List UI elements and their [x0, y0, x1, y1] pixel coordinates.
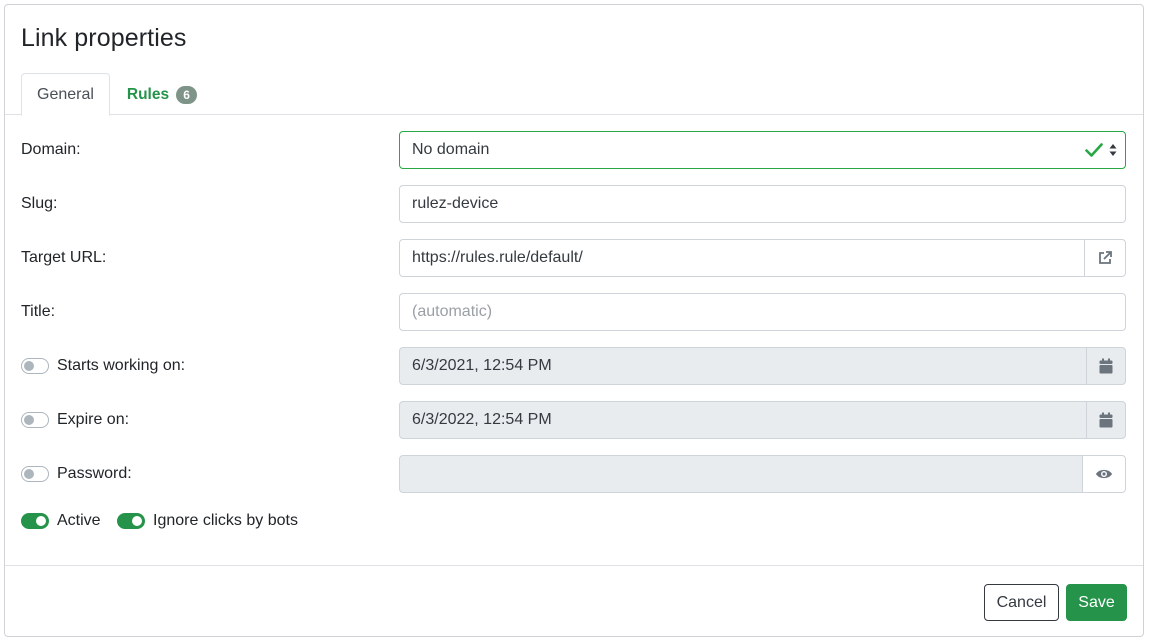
domain-row: Domain: No domain: [21, 131, 1126, 169]
open-url-button[interactable]: [1084, 239, 1126, 277]
target-url-label: Target URL:: [21, 249, 107, 266]
slug-row: Slug: rulez-device: [21, 185, 1126, 223]
tab-rules[interactable]: Rules 6: [115, 73, 209, 116]
dialog-footer: Cancel Save: [5, 565, 1143, 637]
dialog-title: Link properties: [21, 24, 187, 52]
cancel-button[interactable]: Cancel: [984, 584, 1059, 621]
target-url-row: Target URL: https://rules.rule/default/: [21, 239, 1126, 277]
expire-on-label: Expire on:: [57, 411, 130, 428]
slug-input-value: rulez-device: [412, 195, 499, 212]
password-toggle[interactable]: [21, 466, 49, 482]
slug-input[interactable]: rulez-device: [399, 185, 1126, 223]
title-input-placeholder: (automatic): [412, 303, 493, 320]
expire-on-value: 6/3/2022, 12:54 PM: [412, 411, 552, 428]
title-label: Title:: [21, 303, 56, 320]
switches-row: Active Ignore clicks by bots: [21, 502, 1126, 540]
expire-on-row: Expire on: 6/3/2022, 12:54 PM: [21, 401, 1126, 439]
active-label: Active: [57, 512, 101, 529]
starts-working-on-value: 6/3/2021, 12:54 PM: [412, 357, 552, 374]
calendar-icon: [1099, 358, 1113, 374]
calendar-icon: [1099, 412, 1113, 428]
target-url-input[interactable]: https://rules.rule/default/: [399, 239, 1085, 277]
check-icon: [1085, 143, 1103, 157]
title-row: Title: (automatic): [21, 293, 1126, 331]
starts-working-on-row: Starts working on: 6/3/2021, 12:54 PM: [21, 347, 1126, 385]
tab-general[interactable]: General: [21, 73, 110, 116]
external-link-icon: [1099, 251, 1112, 264]
save-button[interactable]: Save: [1066, 584, 1127, 621]
domain-select[interactable]: No domain: [399, 131, 1126, 169]
starts-working-on-toggle[interactable]: [21, 358, 49, 374]
show-password-button[interactable]: [1082, 455, 1126, 493]
tab-general-label: General: [37, 85, 94, 103]
ignore-bots-toggle[interactable]: [117, 513, 145, 529]
domain-label: Domain:: [21, 141, 81, 158]
expire-on-input: 6/3/2022, 12:54 PM: [399, 401, 1087, 439]
domain-select-value: No domain: [412, 141, 490, 158]
password-row: Password:: [21, 455, 1126, 493]
starts-working-on-label: Starts working on:: [57, 357, 186, 374]
slug-label: Slug:: [21, 195, 58, 212]
eye-icon: [1096, 469, 1112, 479]
title-input[interactable]: (automatic): [399, 293, 1126, 331]
sort-arrows-icon: [1109, 144, 1117, 156]
starts-working-on-input: 6/3/2021, 12:54 PM: [399, 347, 1087, 385]
target-url-input-value: https://rules.rule/default/: [412, 249, 583, 266]
tab-rules-label: Rules: [126, 85, 170, 103]
password-label: Password:: [57, 465, 132, 482]
link-properties-dialog: Link properties General Rules 6 Domain: …: [4, 4, 1144, 637]
expire-calendar-button[interactable]: [1086, 401, 1126, 439]
ignore-bots-label: Ignore clicks by bots: [153, 512, 298, 529]
active-toggle[interactable]: [21, 513, 49, 529]
rules-count-badge: 6: [176, 85, 198, 104]
starts-calendar-button[interactable]: [1086, 347, 1126, 385]
tab-bar: General Rules 6: [5, 73, 1143, 116]
expire-on-toggle[interactable]: [21, 412, 49, 428]
password-input: [399, 455, 1083, 493]
